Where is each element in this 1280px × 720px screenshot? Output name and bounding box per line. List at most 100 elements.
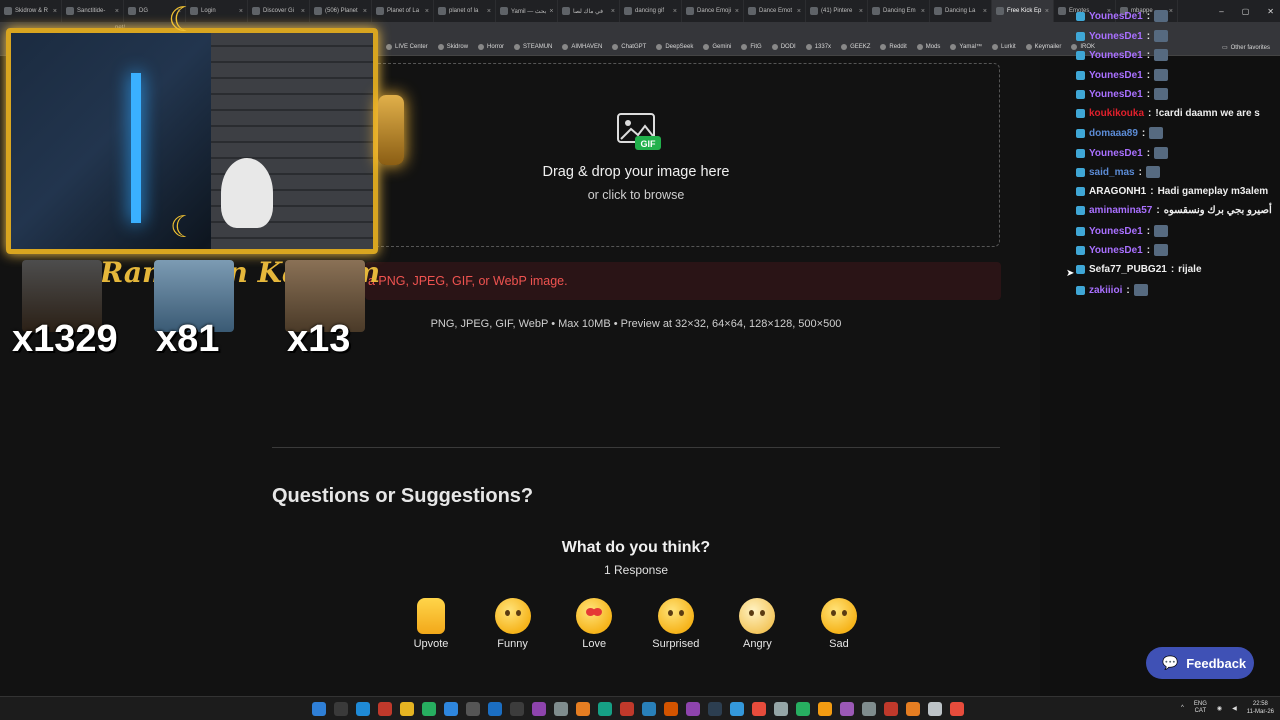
taskbar-app-icon[interactable] — [444, 702, 458, 716]
chat-username[interactable]: YounesDe1 — [1089, 11, 1143, 22]
bookmark-item[interactable]: GEEKZ — [841, 44, 870, 50]
browser-tab[interactable]: Dance Emoji × — [682, 0, 744, 22]
taskbar-app-icon[interactable] — [422, 702, 436, 716]
reaction-surprised[interactable]: Surprised — [640, 598, 712, 650]
taskbar-app-icon[interactable] — [950, 702, 964, 716]
taskbar-app-icon[interactable] — [642, 702, 656, 716]
tab-close-icon[interactable]: × — [487, 8, 491, 15]
taskbar-app-icon[interactable] — [796, 702, 810, 716]
chevron-up-icon[interactable]: ^ — [1181, 705, 1184, 711]
browser-tab[interactable]: Yamil — بحث × — [496, 0, 558, 22]
browser-tab[interactable]: dancing gif × — [620, 0, 682, 22]
browse-link[interactable]: or click to browse — [470, 188, 802, 202]
bookmark-item[interactable]: STEAMUN — [514, 44, 552, 50]
taskbar-app-icon[interactable] — [510, 702, 524, 716]
tab-close-icon[interactable]: × — [983, 8, 987, 15]
taskbar-app-icon[interactable] — [818, 702, 832, 716]
bookmark-item[interactable]: Gemini — [703, 44, 731, 50]
tab-close-icon[interactable]: × — [735, 8, 739, 15]
reaction-funny[interactable]: Funny — [477, 598, 549, 650]
tab-close-icon[interactable]: × — [611, 8, 615, 15]
chat-username[interactable]: ARAGONH1 — [1089, 186, 1146, 197]
chat-username[interactable]: YounesDe1 — [1089, 50, 1143, 61]
bookmark-item[interactable]: Keymailer — [1025, 44, 1061, 50]
bookmark-item[interactable]: 1337x — [805, 44, 831, 50]
taskbar-app-icon[interactable] — [906, 702, 920, 716]
taskbar-app-icon[interactable] — [400, 702, 414, 716]
browser-tab[interactable]: (506) Planet × — [310, 0, 372, 22]
taskbar-app-icon[interactable] — [334, 702, 348, 716]
tab-close-icon[interactable]: × — [797, 8, 801, 15]
taskbar-app-icon[interactable] — [928, 702, 942, 716]
browser-tab[interactable]: Dancing La × — [930, 0, 992, 22]
taskbar-app-icon[interactable] — [356, 702, 370, 716]
tab-close-icon[interactable]: × — [363, 8, 367, 15]
tab-close-icon[interactable]: × — [549, 8, 553, 15]
chat-username[interactable]: YounesDe1 — [1089, 31, 1143, 42]
language-indicator[interactable]: ENG CAT — [1194, 701, 1207, 715]
bookmark-item[interactable]: Horror — [478, 44, 504, 50]
taskbar-app-icon[interactable] — [730, 702, 744, 716]
taskbar-app-icon[interactable] — [686, 702, 700, 716]
browser-tab[interactable]: Sanctitide- × — [62, 0, 124, 22]
reaction-angry[interactable]: Angry — [721, 598, 793, 650]
taskbar-app-icon[interactable] — [620, 702, 634, 716]
taskbar-app-icon[interactable] — [312, 702, 326, 716]
chat-username[interactable]: domaaa89 — [1089, 128, 1138, 139]
chat-username[interactable]: YounesDe1 — [1089, 89, 1143, 100]
wifi-icon[interactable]: ◉ — [1217, 705, 1222, 712]
browser-tab[interactable]: (41) Pintere × — [806, 0, 868, 22]
bookmark-item[interactable]: DeepSeek — [656, 44, 693, 50]
tab-close-icon[interactable]: × — [1045, 8, 1049, 15]
image-dropzone[interactable] — [372, 63, 1000, 247]
taskbar-app-icon[interactable] — [554, 702, 568, 716]
tab-close-icon[interactable]: × — [239, 8, 243, 15]
bookmark-item[interactable]: AIMHAVEN — [562, 44, 602, 50]
taskbar-app-icon[interactable] — [664, 702, 678, 716]
bookmark-item[interactable]: Skidrow — [437, 44, 468, 50]
browser-tab[interactable]: Discover Gi × — [248, 0, 310, 22]
browser-tab[interactable]: Planet of La × — [372, 0, 434, 22]
chat-username[interactable]: YounesDe1 — [1089, 70, 1143, 81]
reaction-upvote[interactable]: Upvote — [395, 598, 467, 650]
taskbar-app-icon[interactable] — [488, 702, 502, 716]
chat-username[interactable]: koukikouka — [1089, 108, 1144, 119]
browser-tab[interactable]: Free Kick Ep × — [992, 0, 1054, 22]
taskbar-app-icon[interactable] — [466, 702, 480, 716]
tab-close-icon[interactable]: × — [301, 8, 305, 15]
bookmark-item[interactable]: LIVE Center — [386, 44, 428, 50]
bookmark-item[interactable]: Yamal™ — [950, 44, 982, 50]
tab-close-icon[interactable]: × — [53, 8, 57, 15]
tab-close-icon[interactable]: × — [425, 8, 429, 15]
reaction-love[interactable]: Love — [558, 598, 630, 650]
chat-username[interactable]: said_mas — [1089, 167, 1135, 178]
taskbar-app-icon[interactable] — [378, 702, 392, 716]
tab-close-icon[interactable]: × — [673, 8, 677, 15]
chat-username[interactable]: zakiiioi — [1089, 285, 1122, 296]
chat-username[interactable]: Sefa77_PUBG21 — [1089, 264, 1167, 275]
bookmark-item[interactable]: DODI — [771, 44, 796, 50]
taskbar-app-icon[interactable] — [774, 702, 788, 716]
browser-tab[interactable]: planet of la × — [434, 0, 496, 22]
bookmark-item[interactable]: FitG — [741, 44, 762, 50]
taskbar-app-icon[interactable] — [576, 702, 590, 716]
feedback-button[interactable]: 💬 Feedback — [1146, 647, 1254, 679]
taskbar-app-icon[interactable] — [708, 702, 722, 716]
taskbar-app-icon[interactable] — [532, 702, 546, 716]
browser-tab[interactable]: في ماك لصا × — [558, 0, 620, 22]
chat-username[interactable]: YounesDe1 — [1089, 148, 1143, 159]
clock[interactable]: 22:58 11-Mar-26 — [1247, 700, 1274, 716]
reaction-sad[interactable]: Sad — [803, 598, 875, 650]
taskbar-app-icon[interactable] — [598, 702, 612, 716]
bookmark-item[interactable]: Mods — [916, 44, 940, 50]
browser-tab[interactable]: Dance Emot × — [744, 0, 806, 22]
bookmark-item[interactable]: Lurkit — [991, 44, 1016, 50]
browser-tab[interactable]: Dancing Em × — [868, 0, 930, 22]
chat-username[interactable]: aminamina57 — [1089, 205, 1152, 216]
tab-close-icon[interactable]: × — [115, 8, 119, 15]
taskbar-app-icon[interactable] — [752, 702, 766, 716]
bookmark-item[interactable]: ChatGPT — [612, 44, 646, 50]
chat-username[interactable]: YounesDe1 — [1089, 245, 1143, 256]
browser-tab[interactable]: Skidrow & R × — [0, 0, 62, 22]
volume-icon[interactable]: ◀ — [1232, 705, 1237, 712]
